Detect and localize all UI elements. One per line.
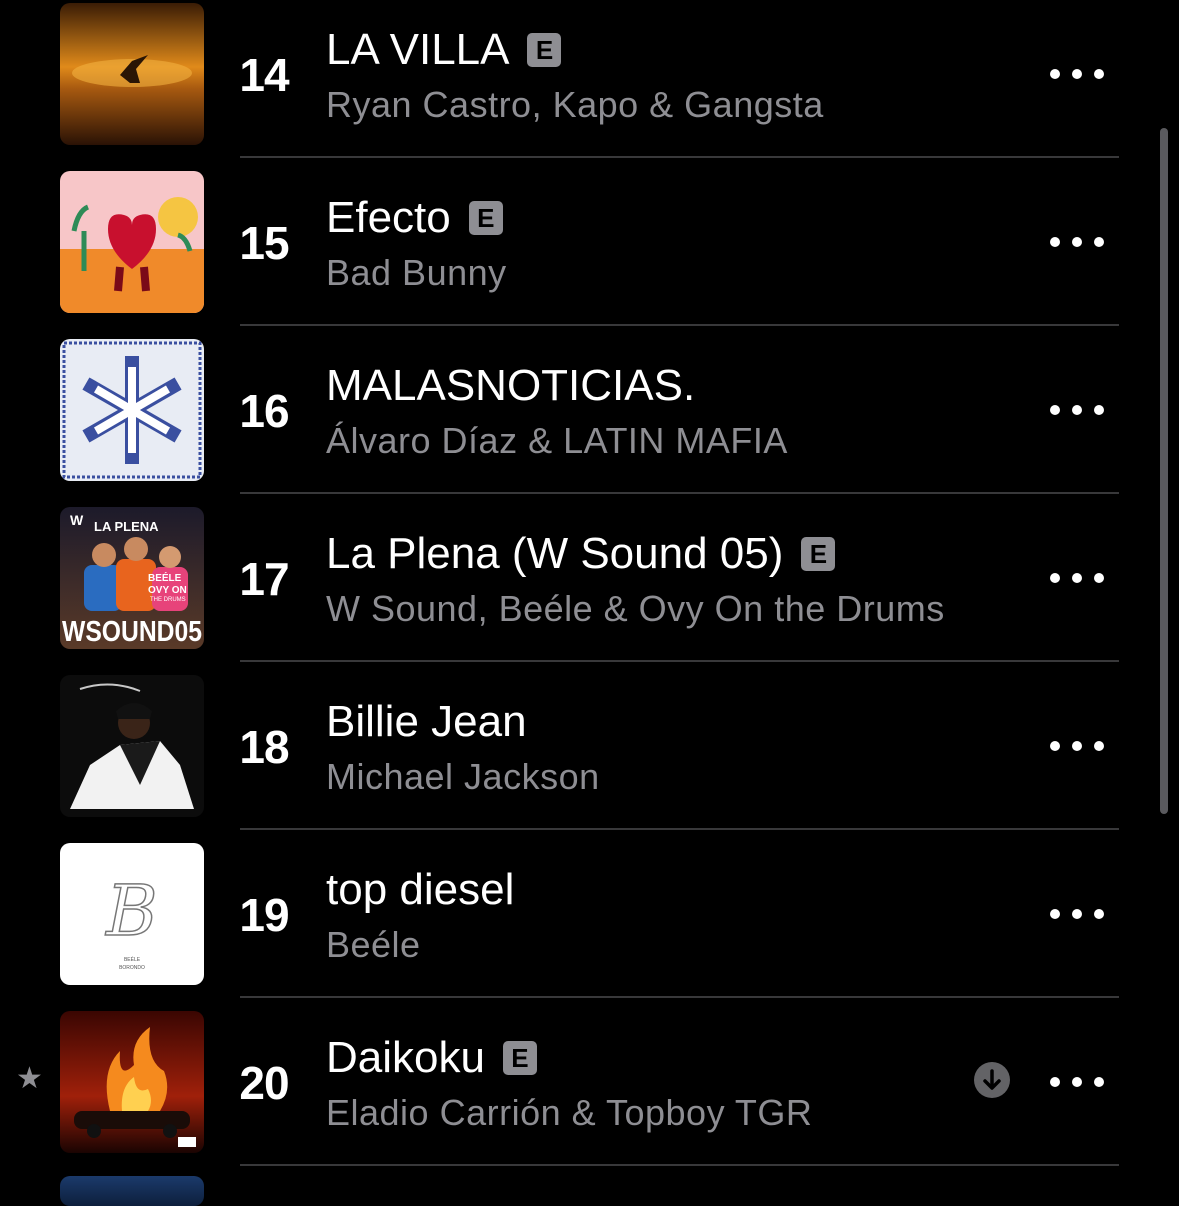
song-title: MALASNOTICIAS. <box>326 361 696 410</box>
explicit-badge: E <box>527 33 562 67</box>
svg-text:W: W <box>70 512 84 528</box>
rank-number: 20 <box>239 1057 289 1109</box>
album-text: BEÉLE <box>148 571 182 584</box>
title-line: Efecto E <box>326 192 503 244</box>
song-title: LA VILLA <box>326 25 510 74</box>
song-row[interactable]: ★ 20 Daikoku E Eladio Carrión & Topboy T… <box>0 1008 1179 1176</box>
ellipsis-icon <box>1050 1077 1060 1087</box>
title-line: Billie Jean <box>326 696 527 748</box>
album-art-partial <box>60 1176 204 1206</box>
more-options-button[interactable] <box>1050 228 1104 256</box>
song-title: La Plena (W Sound 05) <box>326 529 784 578</box>
ellipsis-dot <box>1072 405 1082 415</box>
rank-number: 19 <box>239 889 289 941</box>
album-art: B BEÉLE BORONDO <box>60 843 204 985</box>
svg-text:B: B <box>104 870 157 952</box>
song-title: Daikoku <box>326 1033 485 1082</box>
rank-number: 16 <box>239 385 289 437</box>
ellipsis-dot <box>1094 69 1104 79</box>
ellipsis-dot <box>1072 573 1082 583</box>
song-list: 14 LA VILLA E Ryan Castro, Kapo & Gangst… <box>0 0 1179 1176</box>
song-artist: Ryan Castro, Kapo & Gangsta <box>326 84 824 125</box>
rank-number: 15 <box>239 217 289 269</box>
album-art: W LA PLENA BEÉLE OVY ON THE DRUMS WSOUND… <box>60 507 204 649</box>
ellipsis-dot <box>1094 405 1104 415</box>
explicit-badge: E <box>468 201 503 235</box>
song-artist: W Sound, Beéle & Ovy On the Drums <box>326 588 945 629</box>
ellipsis-dot <box>1094 741 1104 751</box>
song-row[interactable]: 14 LA VILLA E Ryan Castro, Kapo & Gangst… <box>0 0 1179 168</box>
row-separator <box>240 996 1119 998</box>
more-options-button[interactable] <box>1050 900 1104 928</box>
ellipsis-icon <box>1050 573 1060 583</box>
song-row[interactable]: W LA PLENA BEÉLE OVY ON THE DRUMS WSOUND… <box>0 504 1179 672</box>
ellipsis-dot <box>1094 909 1104 919</box>
star-icon: ★ <box>16 1062 43 1095</box>
song-title: Billie Jean <box>326 697 527 746</box>
ellipsis-dot <box>1072 237 1082 247</box>
row-separator <box>240 492 1119 494</box>
row-separator <box>240 324 1119 326</box>
explicit-badge: E <box>801 537 836 571</box>
ellipsis-dot <box>1072 741 1082 751</box>
row-separator <box>240 1164 1119 1166</box>
more-options-button[interactable] <box>1050 732 1104 760</box>
more-options-button[interactable] <box>1050 564 1104 592</box>
song-title: top diesel <box>326 865 515 914</box>
album-art <box>60 339 204 481</box>
more-options-button[interactable] <box>1050 60 1104 88</box>
song-artist: Michael Jackson <box>326 756 600 797</box>
download-button[interactable] <box>974 1062 1010 1098</box>
album-text: WSOUND05 <box>62 616 202 648</box>
scrollbar[interactable] <box>1160 128 1168 814</box>
ellipsis-icon <box>1050 741 1060 751</box>
ellipsis-dot <box>1072 69 1082 79</box>
title-line: MALASNOTICIAS. <box>326 360 695 412</box>
album-text: BORONDO <box>119 965 145 971</box>
ellipsis-dot <box>1094 573 1104 583</box>
row-separator <box>240 828 1119 830</box>
rank-number: 18 <box>239 721 289 773</box>
album-text: LA PLENA <box>94 519 159 534</box>
ellipsis-icon <box>1050 237 1060 247</box>
row-separator <box>240 156 1119 158</box>
album-text: OVY ON <box>148 585 187 596</box>
ellipsis-icon <box>1050 69 1060 79</box>
album-art <box>60 1011 204 1153</box>
title-line: top diesel <box>326 864 514 916</box>
album-art <box>60 3 204 145</box>
ellipsis-dot <box>1072 909 1082 919</box>
title-line: Daikoku E <box>326 1032 537 1084</box>
album-art <box>60 171 204 313</box>
album-text: BEÉLE <box>124 956 141 963</box>
more-options-button[interactable] <box>1050 396 1104 424</box>
album-art <box>60 675 204 817</box>
ellipsis-dot <box>1072 1077 1082 1087</box>
ellipsis-icon <box>1050 909 1060 919</box>
song-row[interactable]: 16 MALASNOTICIAS. Álvaro Díaz & LATIN MA… <box>0 336 1179 504</box>
song-row[interactable]: 15 Efecto E Bad Bunny <box>0 168 1179 336</box>
song-artist: Beéle <box>326 924 421 965</box>
song-artist: Bad Bunny <box>326 252 507 293</box>
title-line: La Plena (W Sound 05) E <box>326 528 836 580</box>
ellipsis-dot <box>1094 237 1104 247</box>
rank-number: 17 <box>239 553 289 605</box>
title-line: LA VILLA E <box>326 24 562 76</box>
ellipsis-dot <box>1094 1077 1104 1087</box>
explicit-badge: E <box>502 1041 537 1075</box>
download-arrow-icon <box>983 1069 1001 1090</box>
more-options-button[interactable] <box>1050 1068 1104 1096</box>
rank-number: 14 <box>239 49 289 101</box>
song-title: Efecto <box>326 193 451 242</box>
song-artist: Eladio Carrión & Topboy TGR <box>326 1092 813 1133</box>
song-row[interactable]: 18 Billie Jean Michael Jackson <box>0 672 1179 840</box>
song-artist: Álvaro Díaz & LATIN MAFIA <box>326 420 788 461</box>
song-row[interactable]: B BEÉLE BORONDO 19 top diesel Beéle <box>0 840 1179 1008</box>
ellipsis-icon <box>1050 405 1060 415</box>
row-separator <box>240 660 1119 662</box>
album-text: THE DRUMS <box>150 597 186 603</box>
